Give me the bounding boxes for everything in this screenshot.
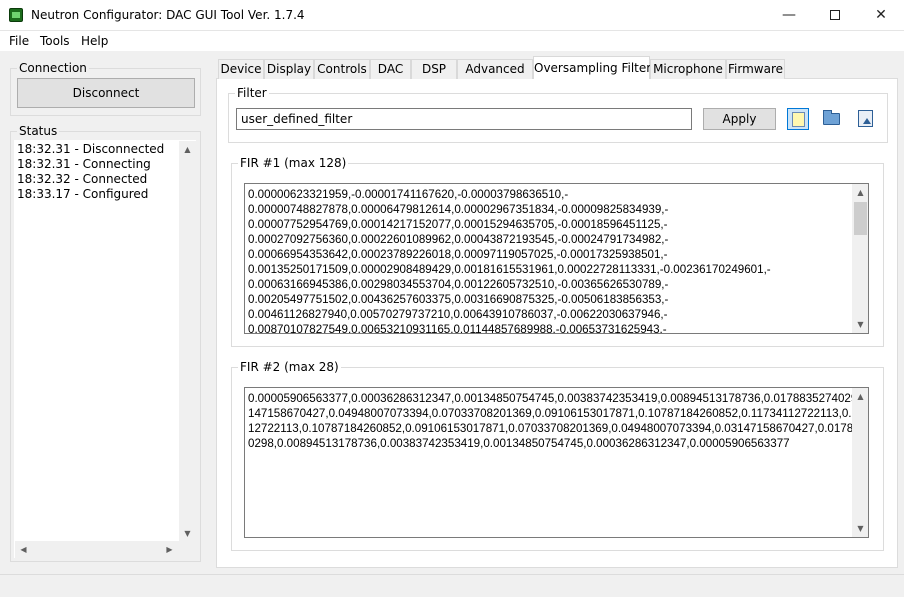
status-line: 18:32.31 - Connecting xyxy=(17,157,151,171)
disconnect-button[interactable]: Disconnect xyxy=(17,78,195,108)
fir1-coefficients-text: 0.00000623321959,-0.00001741167620,-0.00… xyxy=(248,187,771,334)
status-line: 18:33.17 - Configured xyxy=(17,187,149,201)
scroll-down-icon[interactable]: ▼ xyxy=(852,520,868,537)
fir1-scroll-thumb[interactable] xyxy=(854,202,867,235)
coefficient-line: 0.00063166945386,0.00298034553704,0.0012… xyxy=(248,278,669,291)
coefficient-line: 0.00135250171509,0.00002908489429,0.0018… xyxy=(248,263,771,276)
close-button[interactable]: ✕ xyxy=(858,0,904,30)
coefficient-line: 0.00870107827549,0.00653210931165,0.0114… xyxy=(248,323,667,334)
coefficient-line: 0.00000623321959,-0.00001741167620,-0.00… xyxy=(248,188,569,201)
app-icon xyxy=(9,8,23,22)
tab-device[interactable]: Device xyxy=(218,59,264,79)
fir1-label: FIR #1 (max 128) xyxy=(238,156,349,170)
open-filter-button[interactable] xyxy=(821,108,843,130)
export-filter-button[interactable] xyxy=(855,108,877,130)
window-title: Neutron Configurator: DAC GUI Tool Ver. … xyxy=(31,8,305,22)
coefficient-line: 0.00066954353642,0.00023789226018,0.0009… xyxy=(248,248,668,261)
filter-name-input[interactable]: user_defined_filter xyxy=(236,108,692,130)
status-horizontal-scrollbar[interactable]: ◀ ▶ xyxy=(15,541,197,558)
status-vertical-scrollbar[interactable]: ▲ ▼ xyxy=(179,141,196,542)
coefficient-line: 0298,0.00894513178736,0.00383742353419,0… xyxy=(248,437,790,450)
export-icon xyxy=(858,110,873,127)
tab-oversampling-filter[interactable]: Oversampling Filter xyxy=(533,56,651,79)
coefficient-line: 0.00007752954769,0.00014217152077,0.0001… xyxy=(248,218,668,231)
menu-help[interactable]: Help xyxy=(81,34,108,48)
menu-bar: File Tools Help xyxy=(0,31,904,51)
tab-dac[interactable]: DAC xyxy=(370,59,411,79)
connection-label: Connection xyxy=(17,61,89,75)
tab-display[interactable]: Display xyxy=(264,59,314,79)
fir1-scrollbar[interactable]: ▲ ▼ xyxy=(852,184,868,333)
status-line: 18:32.31 - Disconnected xyxy=(17,142,165,156)
status-log[interactable]: 18:32.31 - Disconnected 18:32.31 - Conne… xyxy=(14,140,197,558)
apply-button[interactable]: Apply xyxy=(703,108,776,130)
tab-controls[interactable]: Controls xyxy=(314,59,370,79)
menu-tools[interactable]: Tools xyxy=(40,34,70,48)
coefficient-line: 0.00005906563377,0.00036286312347,0.0013… xyxy=(248,392,869,405)
tab-microphone[interactable]: Microphone xyxy=(650,59,726,79)
filter-label: Filter xyxy=(235,86,269,100)
title-bar: Neutron Configurator: DAC GUI Tool Ver. … xyxy=(0,0,904,31)
fir2-label: FIR #2 (max 28) xyxy=(238,360,341,374)
status-bar xyxy=(0,574,904,597)
scroll-up-icon[interactable]: ▲ xyxy=(852,388,868,405)
coefficient-line: 147158670427,0.04948007073394,0.07033708… xyxy=(248,407,869,420)
new-filter-button[interactable] xyxy=(787,108,809,130)
coefficient-line: 0.00027092756360,0.00022601089962,0.0004… xyxy=(248,233,669,246)
status-label: Status xyxy=(17,124,60,138)
scroll-right-icon[interactable]: ▶ xyxy=(161,541,178,558)
scroll-up-icon[interactable]: ▲ xyxy=(852,184,868,201)
open-folder-icon xyxy=(823,110,840,125)
fir2-coefficients-textarea[interactable]: 0.00005906563377,0.00036286312347,0.0013… xyxy=(244,387,869,538)
tab-firmware[interactable]: Firmware xyxy=(726,59,785,79)
coefficient-line: 0.00000748827878,0.00006479812614,0.0000… xyxy=(248,203,669,216)
menu-file[interactable]: File xyxy=(9,34,29,48)
coefficient-line: 0.00205497751502,0.00436257603375,0.0031… xyxy=(248,293,669,306)
fir2-scrollbar[interactable]: ▲ ▼ xyxy=(852,388,868,537)
tab-dsp[interactable]: DSP xyxy=(411,59,457,79)
scroll-up-icon[interactable]: ▲ xyxy=(179,141,196,158)
fir2-coefficients-text: 0.00005906563377,0.00036286312347,0.0013… xyxy=(248,391,869,451)
scroll-left-icon[interactable]: ◀ xyxy=(15,541,32,558)
minimize-button[interactable]: — xyxy=(766,0,812,30)
coefficient-line: 12722113,0.10787184260852,0.091061530178… xyxy=(248,422,869,435)
maximize-button[interactable] xyxy=(812,0,858,30)
maximize-icon xyxy=(830,10,840,20)
coefficient-line: 0.00461126827940,0.00570279737210,0.0064… xyxy=(248,308,668,321)
status-line: 18:32.32 - Connected xyxy=(17,172,148,186)
scroll-down-icon[interactable]: ▼ xyxy=(852,316,868,333)
new-file-icon xyxy=(792,112,805,127)
fir1-coefficients-textarea[interactable]: 0.00000623321959,-0.00001741167620,-0.00… xyxy=(244,183,869,334)
tab-advanced[interactable]: Advanced xyxy=(457,59,533,79)
scroll-down-icon[interactable]: ▼ xyxy=(179,525,196,542)
